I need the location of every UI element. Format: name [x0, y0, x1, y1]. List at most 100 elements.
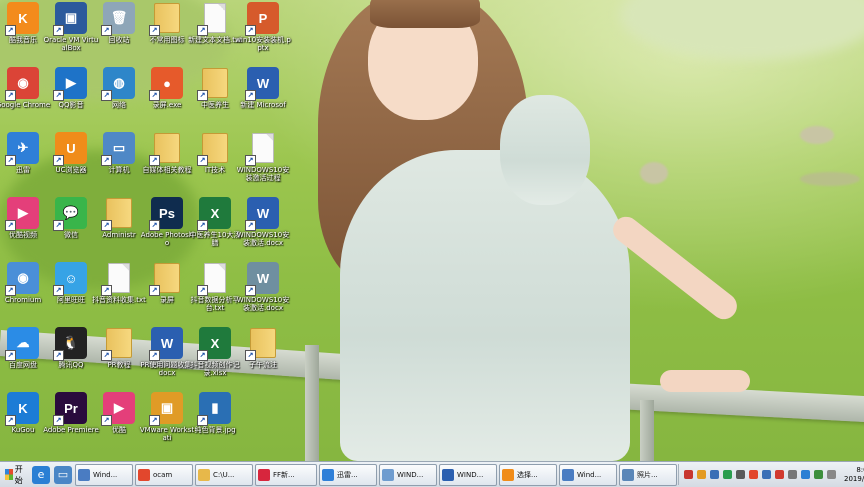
desktop-icon-photoshop[interactable]: Ps ↗ Adobe Photosho	[140, 197, 194, 259]
taskbar-button[interactable]: 照片...	[619, 463, 677, 486]
desktop-icon-recycle-bin[interactable]: 🗑 ↗ 回收站	[92, 2, 146, 64]
desktop-icon-google-chrome[interactable]: ◉ ↗ Google Chrome	[0, 67, 50, 129]
taskbar-button[interactable]: WIND...	[439, 463, 497, 486]
aliwangwang-icon: ☺ ↗	[53, 262, 87, 296]
desktop-icon-virtualbox[interactable]: ▣ ↗ Oracle VM VirtualBox	[44, 2, 98, 64]
desktop-icon[interactable]: ▭	[54, 465, 72, 484]
taskbar-button-label: 照片...	[637, 470, 658, 479]
tray-icons	[682, 470, 838, 479]
tray-icon[interactable]	[775, 470, 784, 479]
tray-icon[interactable]	[736, 470, 745, 479]
kugou-icon: K ↗	[5, 392, 39, 426]
clock[interactable]: 8:06 2019/10/20	[844, 466, 864, 484]
qq-video-icon: ▶ ↗	[53, 67, 87, 101]
tray-icon[interactable]	[684, 470, 693, 479]
shortcut-arrow-icon: ↗	[53, 285, 64, 296]
app-icon	[622, 468, 634, 481]
shortcut-arrow-icon: ↗	[101, 220, 112, 231]
desktop-icon-aliwangwang[interactable]: ☺ ↗ 阿里旺旺	[44, 262, 98, 324]
desktop-icon-douyin-data-txt[interactable]: ↗ 抖音数据分析平台.txt	[188, 262, 242, 324]
shortcut-arrow-icon: ↗	[5, 285, 16, 296]
shortcut-arrow-icon: ↗	[245, 285, 256, 296]
shortcut-arrow-icon: ↗	[245, 350, 256, 361]
desktop-icon-folder-tcm[interactable]: ↗ 中医养生	[188, 67, 242, 129]
ie-icon[interactable]: e	[32, 465, 50, 484]
start-button[interactable]: 开始	[1, 464, 30, 485]
shortcut-arrow-icon: ↗	[245, 220, 256, 231]
desktop-icon-win10-docx[interactable]: W ↗ WINDOWS10安装激活.docx	[236, 197, 290, 259]
app-icon	[502, 468, 514, 481]
tray-icon[interactable]	[723, 470, 732, 479]
desktop-icon-network[interactable]: ◍ ↗ 网络	[92, 67, 146, 129]
win10-install-txt-icon: ↗	[245, 132, 279, 166]
desktop-icon-pr-tutorial[interactable]: ↗ PR教程	[92, 327, 146, 389]
desktop-icon-new-doc-microsoft[interactable]: W ↗ 新建 Microsof	[236, 67, 290, 129]
desktop-icon-folder-media-tutorial[interactable]: ↗ 自媒体相关教程	[140, 132, 194, 194]
premiere-icon: Pr ↗	[53, 392, 87, 426]
desktop-icon-youku[interactable]: ▶ ↗ 优酷视频	[0, 197, 50, 259]
shortcut-arrow-icon: ↗	[149, 155, 160, 166]
desktop-icon-chromium[interactable]: ◉ ↗ Chromium	[0, 262, 50, 324]
tray-icon[interactable]	[710, 470, 719, 479]
shortcut-arrow-icon: ↗	[149, 25, 160, 36]
desktop-icon-wechat[interactable]: 💬 ↗ 微信	[44, 197, 98, 259]
desktop-icon-youku-2[interactable]: ▶ ↗ 优酷	[92, 392, 146, 454]
desktop-icon-win10-install-txt[interactable]: ↗ WINDOWS10安装激活过程	[236, 132, 290, 194]
taskbar-button[interactable]: ocam	[135, 463, 193, 486]
desktop-icon-administrator[interactable]: ↗ Administr	[92, 197, 146, 259]
desktop-icon-folder-common-icons[interactable]: ↗ 不常用图标	[140, 2, 194, 64]
tencent-qq-icon: 🐧 ↗	[53, 327, 87, 361]
app-icon	[442, 468, 454, 481]
desktop-icon-vmware[interactable]: ▣ ↗ VMware Workstati	[140, 392, 194, 454]
taskbar-button-label: FF新...	[273, 470, 295, 479]
xlsx-tcm-icon: X ↗	[197, 197, 231, 231]
app-icon	[322, 468, 334, 481]
taskbar-button-label: WIND...	[397, 470, 424, 479]
desktop-icon-computer[interactable]: ▭ ↗ 计算机	[92, 132, 146, 194]
taskbar-button[interactable]: FF新...	[255, 463, 317, 486]
app-icon	[562, 468, 574, 481]
tray-icon[interactable]	[749, 470, 758, 479]
desktop-icon-tencent-qq[interactable]: 🐧 ↗ 腾讯QQ	[44, 327, 98, 389]
clock-time: 8:06	[856, 465, 864, 474]
taskbar-button-label: Wind...	[577, 470, 602, 479]
desktop-icon-recorder-exe[interactable]: ● ↗ 录屏.exe	[140, 67, 194, 129]
desktop-icon-folder-record[interactable]: ↗ 录屏	[140, 262, 194, 324]
tray-icon[interactable]	[788, 470, 797, 479]
desktop-icon-premiere[interactable]: Pr ↗ Adobe Premiere	[43, 392, 99, 454]
taskbar-button[interactable]: Wind...	[75, 463, 133, 486]
tray-icon[interactable]	[801, 470, 810, 479]
desktop-icon-kugou-music[interactable]: K ↗ 酷我音乐	[0, 2, 50, 64]
tray-icon[interactable]	[697, 470, 706, 479]
desktop-icon-thunder[interactable]: ✈ ↗ 迅雷	[0, 132, 50, 194]
desktop-icon-win10-docx-2[interactable]: W ↗ WINDOWS10安装激活.docx	[236, 262, 290, 324]
desktop-icon-kugou[interactable]: K ↗ KuGou	[0, 392, 50, 454]
desktop-icon-qq-video[interactable]: ▶ ↗ QQ影音	[44, 67, 98, 129]
app-icon	[198, 468, 210, 481]
tray-icon[interactable]	[827, 470, 836, 479]
google-chrome-icon: ◉ ↗	[5, 67, 39, 101]
taskbar-button[interactable]: Wind...	[559, 463, 617, 486]
desktop-icon-folder-tech[interactable]: ↗ IT技术	[188, 132, 242, 194]
desktop-icon-pr-problems-docx[interactable]: W ↗ PR使用问题收集.docx	[140, 327, 194, 389]
desktop-icon-new-text-doc[interactable]: ↗ 新建文本文档.txt	[188, 2, 242, 64]
administrator-icon: ↗	[101, 197, 135, 231]
desktop-icon-baidu-netdisk[interactable]: ☁ ↗ 百度网盘	[0, 327, 50, 389]
tray-icon[interactable]	[814, 470, 823, 479]
desktop-icon-wallpaper-jpg[interactable]: ▮ ↗ 纯色背景.jpg	[188, 392, 242, 454]
shortcut-arrow-icon: ↗	[5, 90, 16, 101]
taskbar-button[interactable]: WIND...	[379, 463, 437, 486]
tray-icon[interactable]	[762, 470, 771, 479]
taskbar-button[interactable]: 选择...	[499, 463, 557, 486]
desktop-icon-douyin-txt[interactable]: ↗ 抖音资料收集.txt	[92, 262, 146, 324]
shortcut-arrow-icon: ↗	[101, 90, 112, 101]
thunder-icon: ✈ ↗	[5, 132, 39, 166]
desktop-icon-xlsx-tcm[interactable]: X ↗ 中医养生10大汤膳	[188, 197, 242, 259]
taskbar-button[interactable]: C:\U...	[195, 463, 253, 486]
desktop-icon-win10-pptx[interactable]: P ↗ win10安装装机.pptx	[235, 2, 291, 64]
taskbar-button[interactable]: 迅雷...	[319, 463, 377, 486]
desktop-icon-douyin-xlsx[interactable]: X ↗ 抖音视频创作记录.xlsx	[188, 327, 242, 389]
desktop-icon-uc-browser[interactable]: U ↗ UC浏览器	[44, 132, 98, 194]
desktop-icon-label: 子午流注	[249, 361, 277, 369]
desktop-icon-folder-zinian[interactable]: ↗ 子午流注	[236, 327, 290, 389]
